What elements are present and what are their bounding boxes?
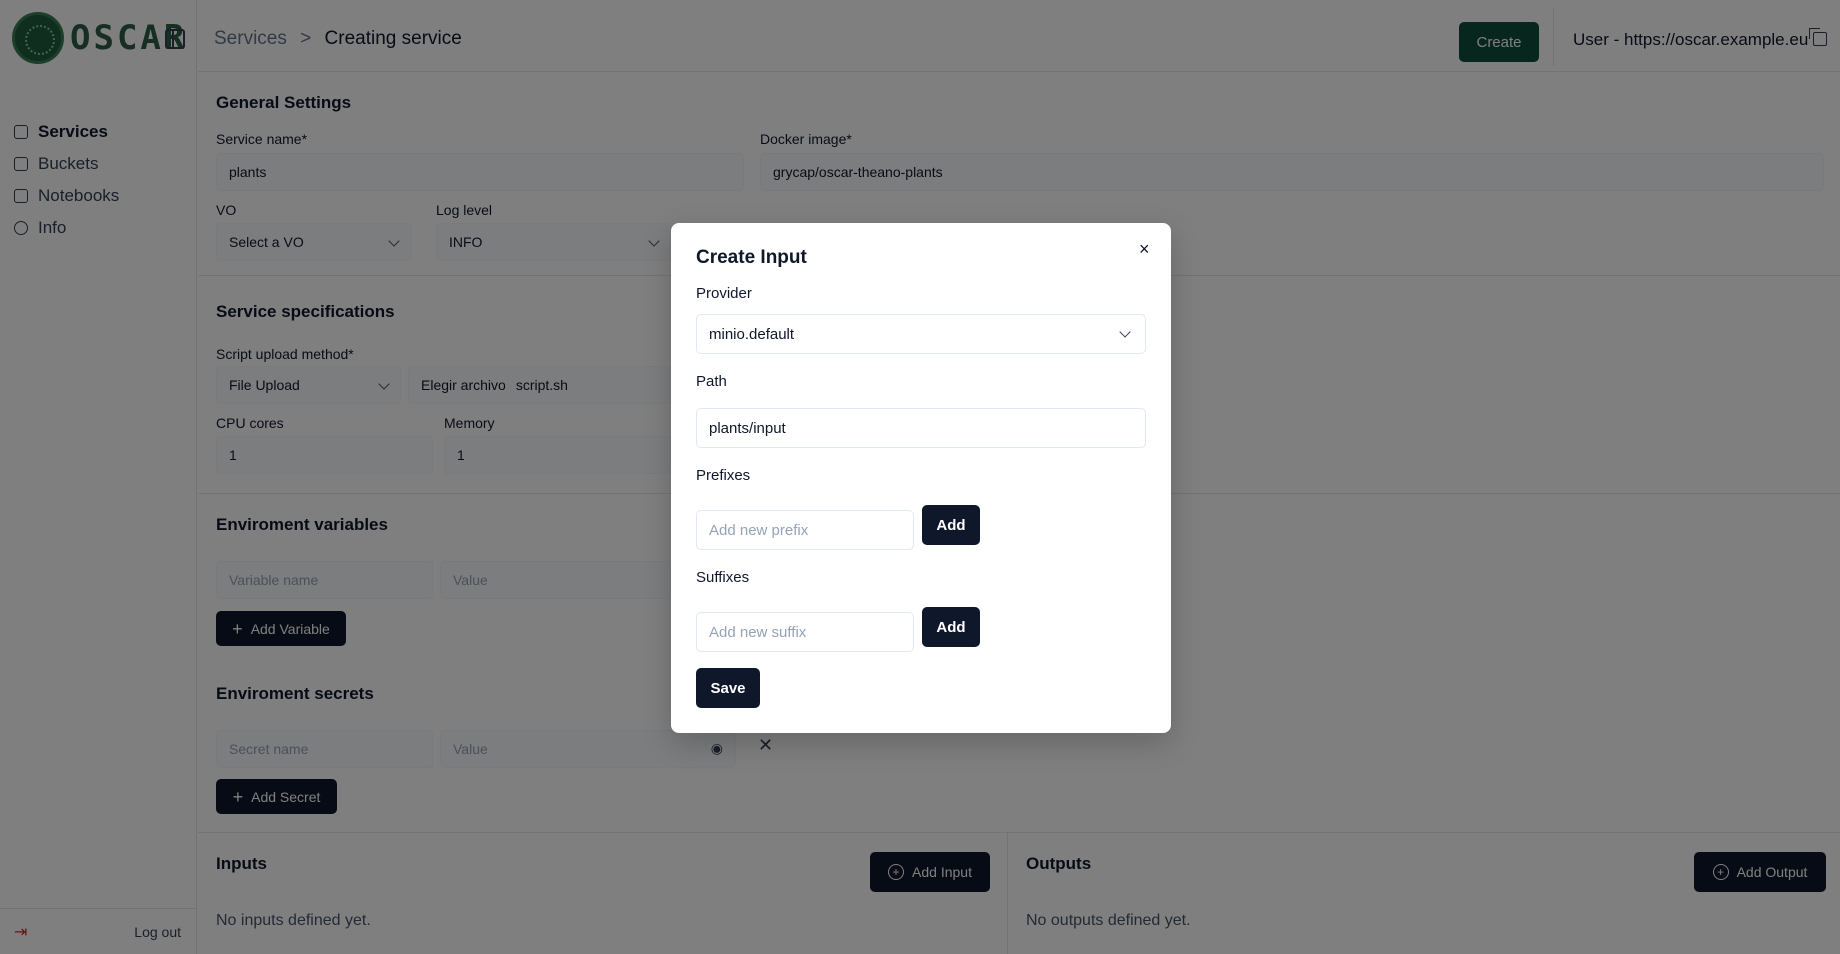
- provider-select[interactable]: minio.default: [696, 314, 1146, 354]
- create-input-dialog: Create Input × Provider minio.default Pa…: [671, 223, 1171, 733]
- save-button[interactable]: Save: [696, 668, 760, 708]
- prefixes-label: Prefixes: [696, 467, 751, 484]
- dialog-title: Create Input: [696, 247, 807, 268]
- path-label: Path: [696, 373, 727, 390]
- path-input[interactable]: plants/input: [696, 408, 1146, 448]
- prefix-placeholder: Add new prefix: [709, 521, 809, 539]
- suffix-input[interactable]: Add new suffix: [696, 612, 914, 652]
- prefix-input[interactable]: Add new prefix: [696, 510, 914, 550]
- path-value: plants/input: [709, 419, 786, 437]
- suffix-placeholder: Add new suffix: [709, 623, 807, 641]
- provider-value: minio.default: [709, 325, 795, 343]
- add-prefix-button[interactable]: Add: [922, 505, 980, 545]
- add-suffix-button[interactable]: Add: [922, 607, 980, 647]
- suffixes-label: Suffixes: [696, 569, 750, 586]
- provider-label: Provider: [696, 285, 752, 302]
- close-icon[interactable]: ×: [1139, 239, 1150, 260]
- chevron-down-icon: [1119, 326, 1131, 338]
